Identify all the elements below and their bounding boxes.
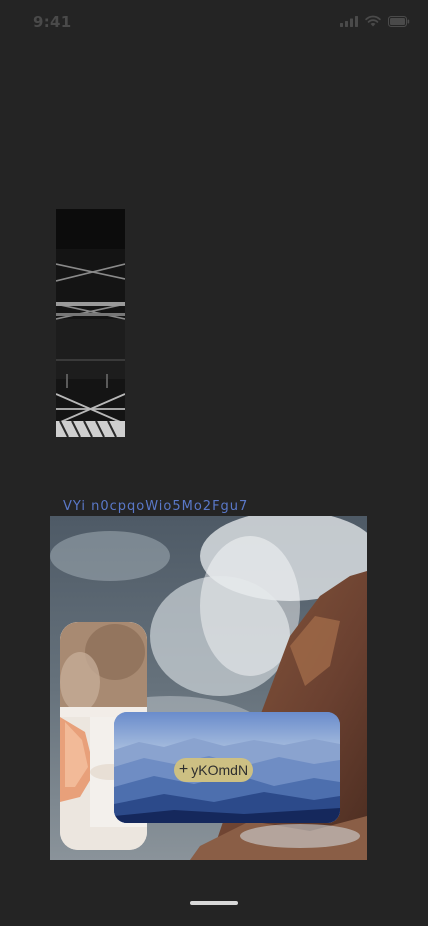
add-button[interactable]: + yKOmdN — [174, 758, 253, 782]
battery-icon — [388, 15, 410, 27]
status-time: 9:41 — [33, 13, 72, 31]
plus-icon: + — [178, 761, 189, 778]
cellular-signal-icon — [340, 15, 358, 27]
caption-text: VYi n0cpqoWio5Mo2Fgu7 — [63, 499, 249, 514]
home-indicator[interactable] — [190, 901, 238, 905]
status-bar: 9:41 — [0, 0, 428, 44]
status-icons — [340, 15, 410, 27]
add-button-label: yKOmdN — [191, 762, 249, 778]
bridge-photo — [56, 209, 125, 437]
wifi-icon — [365, 15, 381, 27]
